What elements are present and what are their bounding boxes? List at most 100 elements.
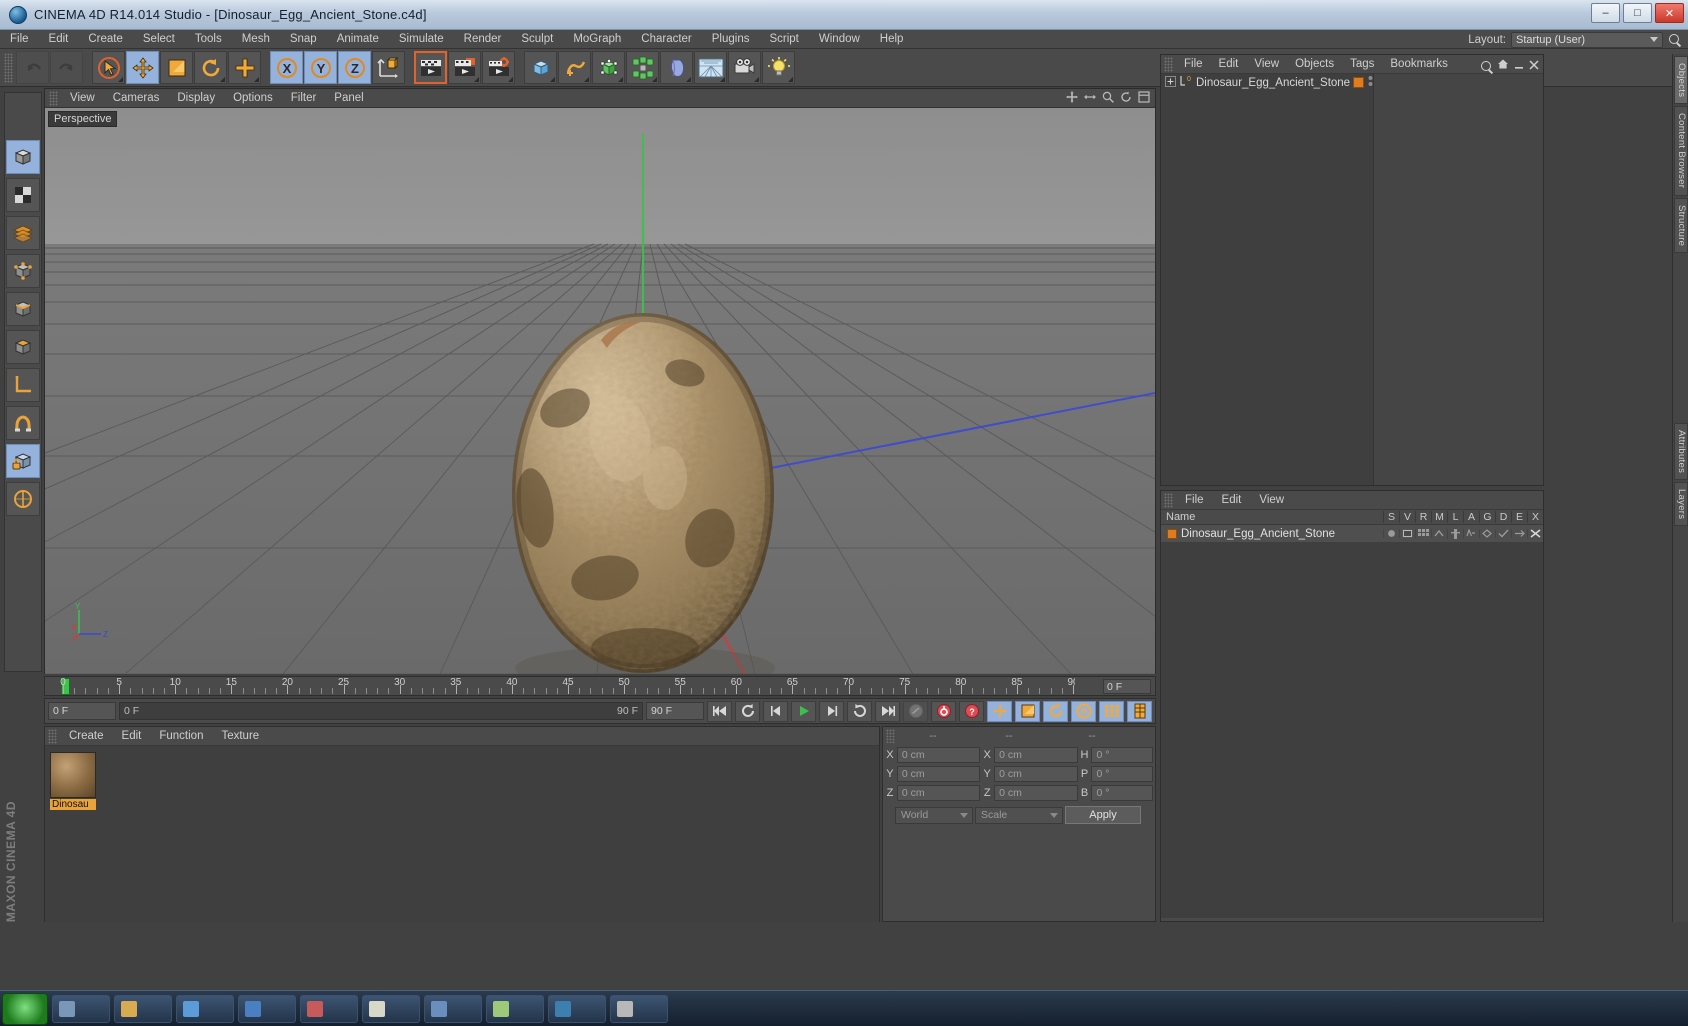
y-axis-lock-icon[interactable]: Y — [304, 51, 337, 84]
layer-menu-edit[interactable]: Edit — [1213, 491, 1251, 510]
menu-item-snap[interactable]: Snap — [280, 30, 327, 49]
layer-manager-grip[interactable] — [1164, 492, 1173, 508]
layer-cell-l[interactable] — [1447, 528, 1463, 539]
record-keyframe-icon[interactable] — [931, 700, 956, 722]
menu-item-simulate[interactable]: Simulate — [389, 30, 454, 49]
menu-item-plugins[interactable]: Plugins — [702, 30, 760, 49]
material-manager-grip[interactable] — [48, 728, 57, 744]
layer-cell-e[interactable] — [1511, 529, 1527, 538]
material-menu-create[interactable]: Create — [60, 727, 113, 746]
coord-field-rot-b[interactable]: 0 ° — [1091, 785, 1153, 801]
move-icon[interactable] — [126, 51, 159, 84]
timeline-frame-field[interactable]: 0 F — [1103, 679, 1151, 694]
key-param-icon[interactable]: P — [1071, 700, 1096, 722]
loop-playback-icon[interactable] — [847, 700, 872, 722]
redo-icon[interactable] — [50, 51, 83, 84]
camera-icon[interactable] — [728, 51, 761, 84]
search-icon[interactable] — [1480, 60, 1492, 72]
scene-floor-icon[interactable] — [694, 51, 727, 84]
layer-name-cell[interactable]: Dinosaur_Egg_Ancient_Stone — [1161, 528, 1383, 540]
polygon-mode-icon[interactable] — [6, 216, 40, 250]
menu-item-sculpt[interactable]: Sculpt — [511, 30, 563, 49]
world-object-coord-icon[interactable] — [372, 51, 405, 84]
zoom-view-icon[interactable] — [1102, 91, 1114, 103]
coord-field-size-z[interactable]: 0 cm — [994, 785, 1078, 801]
go-to-end-icon[interactable] — [875, 700, 900, 722]
workplane-icon[interactable] — [6, 368, 40, 402]
light-icon[interactable] — [762, 51, 795, 84]
magnet-icon[interactable] — [6, 406, 40, 440]
viewport-canvas[interactable]: Perspective Y Z X — [45, 108, 1155, 674]
coord-field-pos-x[interactable]: 0 cm — [896, 747, 981, 763]
stone-material-thumb[interactable] — [50, 752, 96, 798]
menu-item-create[interactable]: Create — [78, 30, 133, 49]
pan-view-icon[interactable] — [1066, 91, 1078, 103]
object-menu-view[interactable]: View — [1246, 55, 1287, 74]
close-button[interactable]: ✕ — [1655, 3, 1684, 23]
viewport-menu-options[interactable]: Options — [224, 89, 282, 108]
deformer-bend-icon[interactable] — [660, 51, 693, 84]
menu-item-render[interactable]: Render — [454, 30, 512, 49]
enable-axis-icon[interactable] — [6, 482, 40, 516]
coord-field-pos-y[interactable]: 0 cm — [896, 766, 981, 782]
layer-cell-x[interactable] — [1527, 529, 1543, 538]
cube-primitive-icon[interactable] — [524, 51, 557, 84]
viewport-menu-view[interactable]: View — [61, 89, 104, 108]
minimize-button[interactable]: – — [1591, 3, 1620, 23]
layer-menu-view[interactable]: View — [1250, 491, 1293, 510]
dolly-view-icon[interactable] — [1084, 91, 1096, 103]
editor-icon[interactable] — [424, 994, 482, 1023]
image-icon[interactable] — [486, 994, 544, 1023]
toolbar-grip[interactable] — [4, 52, 13, 83]
layer-cell-g[interactable] — [1479, 529, 1495, 538]
layer-row[interactable]: Dinosaur_Egg_Ancient_Stone — [1161, 525, 1543, 542]
menu-item-tools[interactable]: Tools — [185, 30, 232, 49]
search-icon[interactable] — [1668, 33, 1682, 47]
viewport-menu-filter[interactable]: Filter — [282, 89, 326, 108]
layer-cell-a[interactable] — [1463, 529, 1479, 538]
object-name[interactable]: Dinosaur_Egg_Ancient_Stone — [1196, 77, 1350, 89]
menu-item-file[interactable]: File — [0, 30, 39, 49]
coord-field-size-y[interactable]: 0 cm — [994, 766, 1078, 782]
frame-range-slider[interactable]: 0 F 90 F — [119, 702, 643, 720]
layer-list-body[interactable] — [1161, 542, 1543, 918]
menu-item-mesh[interactable]: Mesh — [232, 30, 280, 49]
timeline-ruler[interactable]: 051015202530354045505560657075808590 — [45, 677, 1075, 695]
render-view-icon[interactable] — [414, 51, 447, 84]
object-tree[interactable]: 0 Dinosaur_Egg_Ancient_Stone — [1161, 74, 1543, 485]
object-menu-tags[interactable]: Tags — [1342, 55, 1382, 74]
material-list[interactable]: Dinosau — [45, 746, 879, 922]
dock-tab-content-browser[interactable]: Content Browser — [1674, 106, 1688, 196]
media-icon[interactable] — [300, 994, 358, 1023]
rotate-icon[interactable] — [194, 51, 227, 84]
points-mode-icon[interactable] — [6, 254, 40, 288]
layer-cell-r[interactable] — [1415, 529, 1431, 538]
lock-axis-icon[interactable] — [6, 444, 40, 478]
max-frame-field[interactable]: 90 F — [646, 702, 704, 720]
material-menu-function[interactable]: Function — [150, 727, 212, 746]
home-icon[interactable] — [1497, 58, 1509, 73]
mograph-cloner-icon[interactable] — [626, 51, 659, 84]
generator-nurbs-icon[interactable] — [592, 51, 625, 84]
menu-item-select[interactable]: Select — [133, 30, 185, 49]
object-menu-bookmarks[interactable]: Bookmarks — [1382, 55, 1456, 74]
coord-field-rot-p[interactable]: 0 ° — [1091, 766, 1153, 782]
note-icon[interactable] — [362, 994, 420, 1023]
minimize-icon[interactable] — [1514, 59, 1524, 73]
coord-field-size-x[interactable]: 0 cm — [994, 747, 1078, 763]
render-to-picture-viewer-icon[interactable] — [448, 51, 481, 84]
model-mode-icon[interactable] — [6, 140, 40, 174]
menu-item-animate[interactable]: Animate — [327, 30, 389, 49]
texture-mode-icon[interactable] — [6, 178, 40, 212]
x-axis-lock-icon[interactable]: X — [270, 51, 303, 84]
material-tag-icon[interactable] — [1353, 77, 1365, 88]
play-forward-icon[interactable] — [791, 700, 816, 722]
timeline-toggle-icon[interactable] — [1127, 700, 1152, 722]
layer-cell-v[interactable] — [1399, 529, 1415, 538]
expander-icon[interactable] — [1165, 75, 1176, 90]
menu-item-window[interactable]: Window — [809, 30, 870, 49]
play-backwards-loop-icon[interactable] — [735, 700, 760, 722]
object-menu-objects[interactable]: Objects — [1287, 55, 1342, 74]
key-pla-icon[interactable] — [1099, 700, 1124, 722]
object-menu-file[interactable]: File — [1176, 55, 1211, 74]
